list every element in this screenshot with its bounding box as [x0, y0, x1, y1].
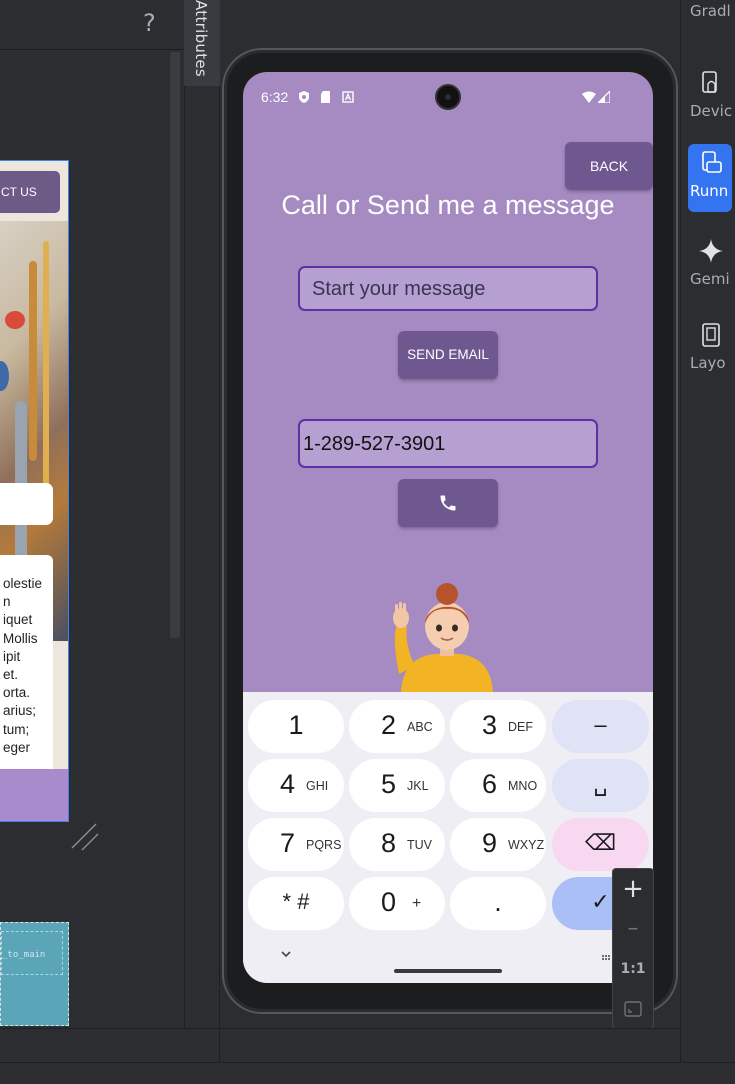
key-1-2[interactable]: 6 MNO [450, 759, 546, 812]
key-sublabel: TUV [407, 838, 432, 852]
tool-running-devices[interactable]: Runn [688, 144, 732, 212]
key-label: ⌫ [584, 830, 617, 855]
key-3-2[interactable]: . [450, 877, 546, 930]
tool-label: Gemi [690, 270, 730, 288]
chevron-down-icon[interactable] [279, 947, 293, 961]
design-strip-label: _to_main [1, 931, 63, 975]
tool-gradle[interactable]: Gradl [688, 0, 732, 32]
key-label: 2 [381, 710, 397, 740]
status-bar-strip [0, 1062, 735, 1084]
status-bar: 6:32 [243, 72, 653, 122]
key-sublabel: MNO [508, 779, 538, 793]
tool-label: Devic [690, 102, 733, 120]
key-label: 5 [381, 769, 397, 799]
contact-activity: BACK Call or Send me a message Start you… [243, 122, 653, 692]
home-indicator[interactable] [394, 969, 502, 973]
tool-layout-inspector[interactable]: Layo [688, 316, 732, 384]
layout-inspector-icon [702, 323, 720, 347]
sd-card-icon [321, 91, 330, 103]
design-contact-button[interactable]: CT US [0, 171, 60, 213]
gemini-icon [699, 239, 723, 263]
emulator-zoom-panel: + – 1:1 [612, 868, 654, 1029]
device-manager-icon [702, 71, 717, 93]
zoom-out-button[interactable]: – [613, 911, 653, 949]
phone-number-field[interactable]: 1-289-527-3901 [298, 419, 598, 468]
keyboard-a-icon [342, 91, 354, 103]
key-label: 0 [381, 887, 397, 917]
phone-icon [440, 495, 456, 511]
tool-gemini[interactable]: Gemi [688, 232, 732, 300]
key-label: ␣ [593, 771, 608, 796]
key-label: 1 [288, 710, 304, 740]
page-title: Call or Send me a message [281, 190, 615, 220]
key-label: 8 [381, 828, 397, 858]
key-2-2[interactable]: 9 WXYZ [450, 818, 546, 871]
actual-size-button[interactable]: 1:1 [613, 951, 653, 989]
resize-handle-icon[interactable] [70, 822, 100, 852]
tool-device-manager[interactable]: Devic [688, 64, 732, 132]
keyboard-switch-icon[interactable] [601, 954, 611, 964]
front-camera [435, 84, 461, 110]
tool-label: Runn [690, 182, 729, 200]
design-editor-pane: ? CT US olestie n iquet Mollis ipit et. … [0, 0, 184, 1028]
key-0-2[interactable]: 3 DEF [450, 700, 546, 753]
help-icon[interactable]: ? [143, 9, 156, 37]
editor-bottom-bar [0, 1028, 680, 1062]
back-button[interactable]: BACK [565, 142, 653, 190]
tool-label: Gradl [690, 2, 731, 20]
waving-avatar-illustration [393, 583, 493, 692]
design-secondary-preview[interactable]: _to_main [0, 922, 69, 1026]
key-3-0[interactable]: * # [248, 877, 344, 930]
status-time: 6:32 [261, 89, 289, 105]
key-1-1[interactable]: 5 JKL [349, 759, 445, 812]
design-text-field[interactable] [0, 483, 53, 525]
key-label: 7 [280, 828, 296, 858]
key-label: . [494, 887, 502, 917]
key-sublabel: JKL [407, 779, 429, 793]
running-devices-icon [702, 151, 722, 173]
attributes-panel-strip [184, 0, 220, 1028]
attributes-tab-label[interactable]: Attributes [192, 0, 210, 77]
key-3-1[interactable]: 0 + [349, 877, 445, 930]
key-sublabel: WXYZ [508, 838, 545, 852]
cell-signal-icon [598, 91, 610, 103]
phone-screen[interactable]: 6:32 BACK Call or Send me a message Star… [243, 72, 653, 983]
key-0-0[interactable]: 1 [248, 700, 344, 753]
key-label: 3 [482, 710, 498, 740]
key-1-3[interactable]: ␣ [552, 759, 649, 812]
numeric-keyboard: 1 2 ABC 3 DEF – 4 GHI 5 JKL 6 MNO ␣ 7 PQRS 8 TUV 9 WXYZ ⌫ * … [243, 692, 653, 983]
key-0-3[interactable]: – [552, 700, 649, 753]
key-label: 9 [482, 828, 498, 858]
shield-icon [299, 91, 309, 103]
tool-label: Layo [690, 354, 726, 372]
key-label: * # [282, 889, 310, 914]
key-2-0[interactable]: 7 PQRS [248, 818, 344, 871]
key-sublabel: GHI [306, 779, 329, 793]
key-2-3[interactable]: ⌫ [552, 818, 649, 871]
wifi-icon [582, 91, 596, 103]
call-button[interactable] [398, 479, 498, 527]
design-footer-block [0, 769, 68, 821]
key-1-0[interactable]: 4 GHI [248, 759, 344, 812]
vertical-scrollbar[interactable] [170, 52, 180, 638]
key-label: – [594, 712, 607, 737]
layout-design-preview[interactable]: CT US olestie n iquet Mollis ipit et. or… [0, 160, 69, 822]
key-0-1[interactable]: 2 ABC [349, 700, 445, 753]
bottom-divider [219, 1028, 220, 1062]
key-2-1[interactable]: 8 TUV [349, 818, 445, 871]
key-sublabel: ABC [407, 720, 433, 734]
key-sublabel: PQRS [306, 838, 342, 852]
send-email-button[interactable]: SEND EMAIL [398, 331, 498, 379]
key-sublabel: DEF [508, 720, 533, 734]
key-sublabel: + [412, 895, 422, 912]
key-label: 4 [280, 769, 296, 799]
key-label: 6 [482, 769, 498, 799]
fit-screen-icon[interactable] [623, 999, 643, 1019]
message-input[interactable]: Start your message [298, 266, 598, 311]
editor-toolbar: ? [0, 0, 184, 50]
zoom-in-button[interactable]: + [613, 871, 653, 909]
